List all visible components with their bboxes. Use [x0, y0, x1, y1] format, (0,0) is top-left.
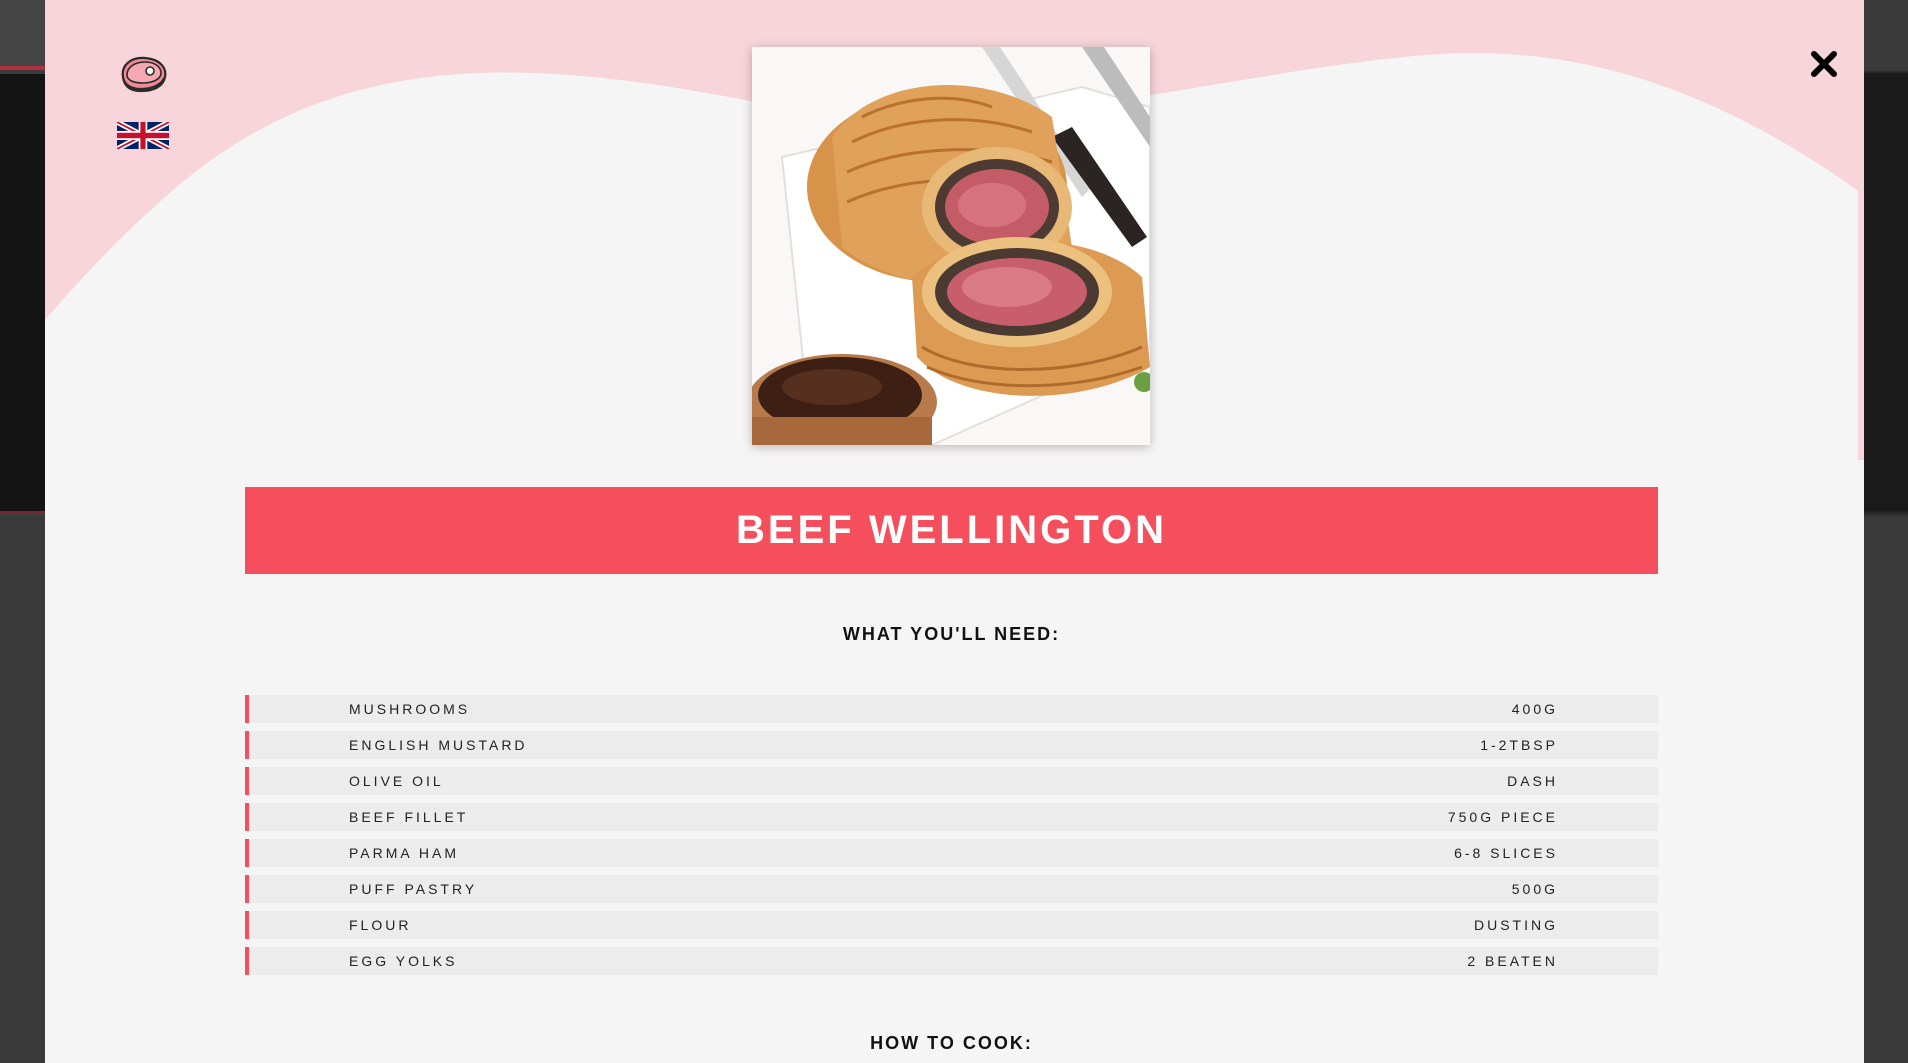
method-heading: HOW TO COOK:: [870, 1033, 1033, 1053]
recipe-photo: [752, 47, 1150, 445]
recipe-photo-image: [752, 47, 1150, 445]
ingredient-amount: DUSTING: [1474, 917, 1558, 933]
ingredient-row: MUSHROOMS 400G: [245, 695, 1658, 723]
ingredient-name: OLIVE OIL: [349, 773, 444, 789]
ingredient-name: BEEF FILLET: [349, 809, 469, 825]
ingredient-list: MUSHROOMS 400G ENGLISH MUSTARD 1-2TBSP O…: [245, 695, 1658, 983]
ingredient-name: ENGLISH MUSTARD: [349, 737, 528, 753]
ingredient-row: BEEF FILLET 750G PIECE: [245, 803, 1658, 831]
ingredient-row: FLOUR DUSTING: [245, 911, 1658, 939]
ingredient-amount: 500G: [1511, 881, 1558, 897]
ingredient-amount: DASH: [1507, 773, 1558, 789]
background-edge: [1864, 0, 1908, 1063]
ingredient-name: PUFF PASTRY: [349, 881, 478, 897]
steak-icon: [121, 56, 167, 93]
ingredient-amount: 6-8 SLICES: [1454, 845, 1558, 861]
ingredient-name: EGG YOLKS: [349, 953, 458, 969]
recipe-title-bar: BEEF WELLINGTON: [245, 487, 1658, 574]
ingredient-amount: 2 BEATEN: [1467, 953, 1558, 969]
ingredient-row: PARMA HAM 6-8 SLICES: [245, 839, 1658, 867]
scrollbar-track[interactable]: [1858, 0, 1864, 460]
ingredients-heading: WHAT YOU'LL NEED:: [842, 624, 1061, 644]
ingredient-amount: 1-2TBSP: [1480, 737, 1558, 753]
recipe-title: BEEF WELLINGTON: [736, 508, 1167, 552]
ingredient-row: PUFF PASTRY 500G: [245, 875, 1658, 903]
ingredient-row: EGG YOLKS 2 BEATEN: [245, 947, 1658, 975]
ingredient-name: PARMA HAM: [349, 845, 459, 861]
recipe-modal: BEEF WELLINGTON WHAT YOU'LL NEED: MUSHRO…: [45, 0, 1864, 1063]
close-icon[interactable]: [1808, 48, 1840, 80]
ingredient-name: MUSHROOMS: [349, 701, 471, 717]
ingredient-amount: 750G PIECE: [1447, 809, 1558, 825]
ingredient-amount: 400G: [1511, 701, 1558, 717]
ingredient-row: OLIVE OIL DASH: [245, 767, 1658, 795]
ingredient-name: FLOUR: [349, 917, 412, 933]
uk-flag-icon[interactable]: [117, 122, 169, 149]
ingredient-row: ENGLISH MUSTARD 1-2TBSP: [245, 731, 1658, 759]
